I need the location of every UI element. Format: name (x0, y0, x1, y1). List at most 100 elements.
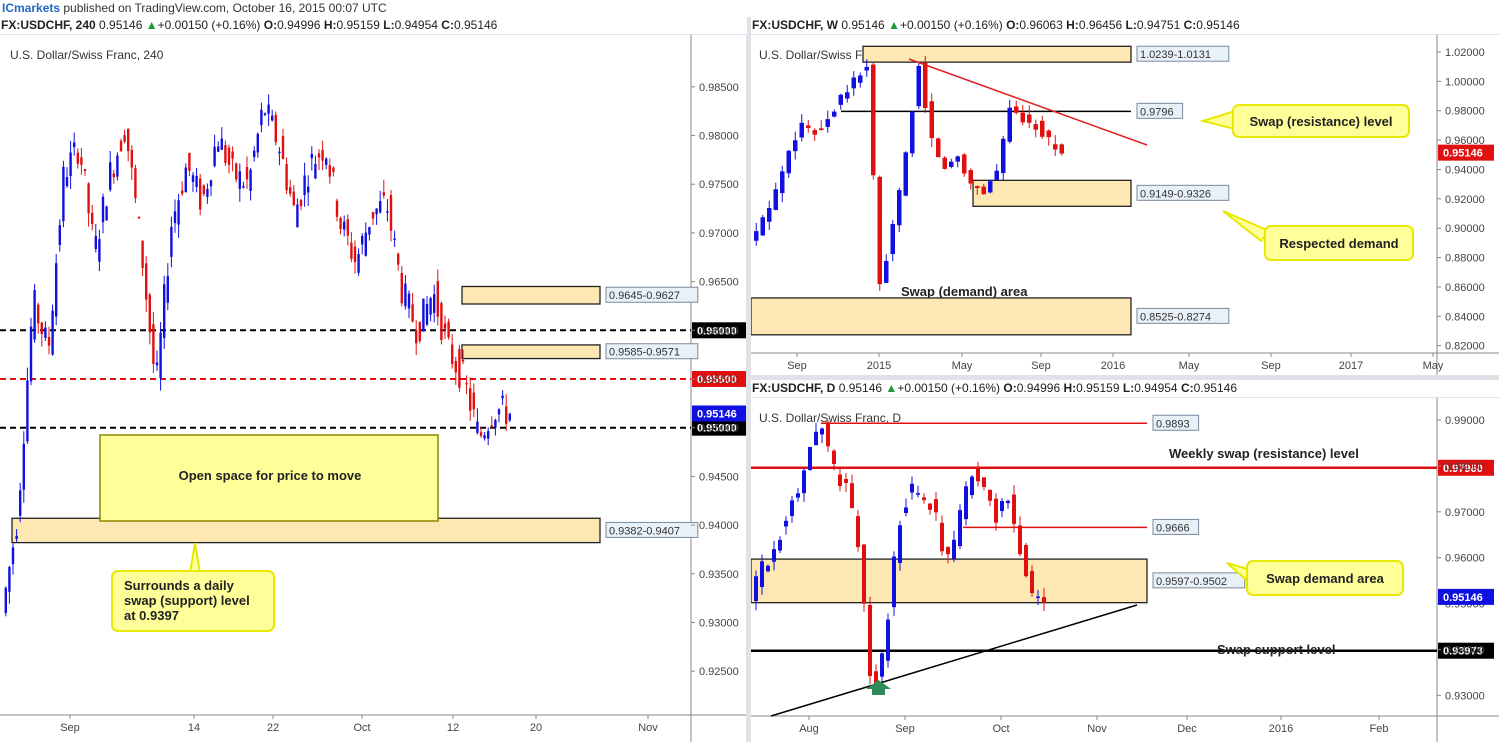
h4-candle (260, 109, 263, 126)
h4-y-tick-label: 0.97500 (699, 179, 739, 191)
h4-candle (429, 298, 432, 315)
daily-chart-panel[interactable]: U.S. Dollar/Swiss Franc, D 0.9597-0.9502… (751, 398, 1499, 742)
weekly-y-tick-label: 0.86000 (1445, 282, 1485, 294)
h4-candle (152, 324, 155, 364)
h4-candle (397, 253, 400, 265)
h4-y-tick-label: 0.96500 (699, 277, 739, 289)
daily-candle (904, 507, 908, 513)
weekly-x-tick-label: 2015 (867, 360, 891, 372)
weekly-candle (838, 94, 843, 105)
h4-chart[interactable]: U.S. Dollar/Swiss Franc, 240 0.9645-0.96… (0, 35, 746, 742)
h4-candle (249, 169, 252, 191)
h4-candle (83, 169, 87, 171)
h4-candle (177, 200, 180, 225)
daily-candle (940, 522, 944, 552)
weekly-chart[interactable]: U.S. Dollar/Swiss Franc, W 1.0239-1.0131… (751, 35, 1499, 375)
daily-candle (772, 549, 776, 562)
h4-candle (130, 149, 133, 168)
weekly-zone-label: 1.0239-1.0131 (1140, 49, 1211, 61)
h4-candle (37, 304, 40, 324)
weekly-zone (862, 45, 1132, 63)
h4-candle (400, 272, 403, 304)
weekly-x-tick-label: Sep (1261, 360, 1281, 372)
weekly-candle (903, 152, 908, 196)
h4-candle (505, 406, 508, 424)
h4-candle (148, 294, 151, 333)
h4-candle (163, 284, 166, 338)
h4-candle (289, 187, 292, 194)
daily-x-tick-label: Feb (1370, 723, 1389, 735)
h4-candle (508, 413, 511, 421)
open-space-text: Open space for price to move (179, 468, 362, 483)
o-label: O: (1003, 381, 1017, 395)
daily-candle (1012, 494, 1016, 524)
weekly-y-tick-label: 0.90000 (1445, 223, 1485, 235)
weekly-y-tick-label: 0.84000 (1445, 311, 1485, 323)
weekly-chart-panel[interactable]: U.S. Dollar/Swiss Franc, W 1.0239-1.0131… (751, 35, 1499, 375)
h4-candle (242, 186, 245, 188)
h4-y-tick-label: 0.95500 (699, 374, 739, 386)
h4-candle (271, 115, 274, 121)
weekly-candle (1020, 112, 1025, 123)
daily-open: 0.94996 (1016, 381, 1061, 395)
daily-x-tick-label: Nov (1087, 723, 1107, 735)
h4-candle (382, 192, 385, 196)
daily-candle (946, 547, 950, 555)
h4-candle (325, 158, 328, 165)
h4-candle (407, 293, 411, 309)
h4-candle (494, 419, 497, 428)
weekly-y-tick-label: 0.82000 (1445, 341, 1485, 353)
h4-candle (451, 344, 454, 365)
weekly-candle (793, 140, 798, 152)
h4-candle (364, 232, 367, 256)
daily-x-tick-label: Oct (992, 723, 1009, 735)
daily-candle (778, 539, 782, 551)
h4-candle (145, 263, 148, 300)
h4-candle (137, 217, 141, 219)
h4-zone (461, 344, 601, 360)
h4-x-tick-label: 20 (530, 722, 542, 734)
weekly-open: 0.96063 (1019, 18, 1063, 32)
h4-candle (415, 330, 418, 344)
daily-chart[interactable]: U.S. Dollar/Swiss Franc, D 0.9597-0.9502… (751, 398, 1499, 742)
o-label: O: (263, 18, 278, 32)
weekly-x-tick-label: Sep (787, 360, 807, 372)
weekly-candle (773, 189, 778, 210)
h4-symbol[interactable]: FX:USDCHF, 240 (1, 18, 96, 32)
brand-name[interactable]: ICmarkets (0, 1, 60, 15)
h4-candle (116, 155, 119, 177)
weekly-last: 0.95146 (841, 18, 885, 32)
h4-candle (379, 201, 382, 213)
h4-candle (170, 226, 173, 257)
h4-candle (127, 128, 130, 152)
h4-chart-panel[interactable]: U.S. Dollar/Swiss Franc, 240 0.9645-0.96… (0, 35, 746, 742)
callout-swap-resistance-text: Swap (resistance) level (1249, 114, 1392, 129)
weekly-candle (1046, 130, 1051, 138)
weekly-candle (767, 208, 772, 222)
h4-y-tick-label: 0.97000 (699, 228, 739, 240)
weekly-high: 0.96456 (1078, 18, 1123, 32)
h4-candle (217, 146, 220, 152)
h4-open: 0.94996 (277, 18, 321, 32)
callout-pointer (188, 542, 202, 574)
h4-zone-label: 0.9645-0.9627 (609, 290, 680, 302)
daily-symbol[interactable]: FX:USDCHF, D (752, 381, 835, 395)
weekly-zone (972, 179, 1132, 207)
weekly-candle (819, 128, 824, 131)
h4-candle (317, 153, 321, 158)
h4-candle (346, 219, 349, 236)
h4-candle (465, 382, 468, 385)
daily-zone-label: 0.9597-0.9502 (1156, 576, 1227, 588)
h4-candle (134, 168, 137, 199)
h4-candle (26, 380, 29, 442)
weekly-y-tick-label: 0.88000 (1445, 253, 1485, 265)
h4-candle (433, 294, 436, 313)
weekly-candle (1053, 144, 1058, 150)
daily-candle (790, 500, 794, 516)
weekly-candle (942, 157, 947, 169)
h4-candle (227, 147, 231, 165)
h4-candle (458, 348, 461, 388)
weekly-candle (1040, 120, 1045, 137)
weekly-symbol[interactable]: FX:USDCHF, W (752, 18, 838, 32)
publish-info: published on TradingView.com, October 16… (60, 1, 387, 15)
